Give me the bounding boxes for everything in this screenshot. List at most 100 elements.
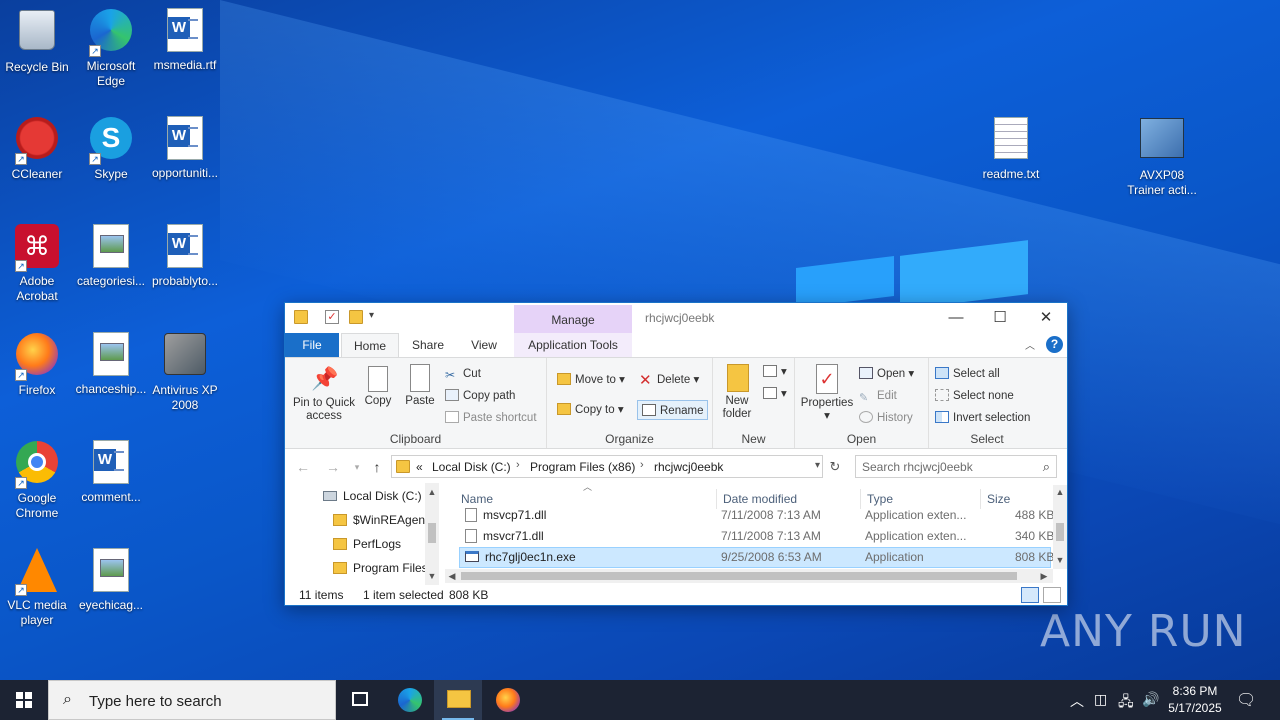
- breadcrumb-current-folder[interactable]: rhcjwcj0eebk: [654, 460, 723, 474]
- scroll-down-arrow-icon[interactable]: ▼: [1053, 553, 1067, 567]
- maximize-button[interactable]: ☐: [977, 303, 1023, 333]
- search-box[interactable]: ⌕: [855, 455, 1057, 478]
- file-list-horizontal-scrollbar[interactable]: ◀ ▶: [445, 569, 1053, 583]
- file-row-selected[interactable]: rhc7glj0ec1n.exe 9/25/2008 6:53 AM Appli…: [459, 547, 1054, 568]
- address-dropdown-chevron-icon[interactable]: ▾: [815, 460, 820, 471]
- tab-view[interactable]: View: [461, 333, 507, 357]
- tab-file[interactable]: File: [285, 333, 339, 357]
- desktop-icon-probablyto[interactable]: W probablyto...: [148, 222, 222, 289]
- copy-to-button[interactable]: Copy to ▾: [557, 400, 624, 420]
- copy-button[interactable]: Copy: [361, 364, 395, 408]
- breadcrumb-separator[interactable]: ›: [516, 459, 520, 471]
- paste-button[interactable]: Paste: [401, 364, 439, 408]
- up-arrow-icon[interactable]: ↑: [369, 459, 385, 475]
- desktop-icon-opportuniti[interactable]: W opportuniti...: [148, 114, 222, 181]
- taskbar-firefox[interactable]: [484, 680, 532, 720]
- file-explorer-window[interactable]: ✓ ▾ Manage rhcjwcj0eebk — ☐ ✕ File Home …: [284, 302, 1068, 606]
- desktop-icon-recycle-bin[interactable]: Recycle Bin: [0, 6, 74, 75]
- taskbar-search-input[interactable]: [89, 692, 319, 710]
- chevron-up-icon[interactable]: ︿: [1025, 337, 1039, 352]
- desktop-icon-microsoft-edge[interactable]: ↗ Microsoft Edge: [74, 6, 148, 89]
- delete-button[interactable]: ✕ Delete ▾: [639, 370, 699, 390]
- properties-quick-icon[interactable]: ✓: [325, 310, 339, 324]
- new-folder-quick-icon[interactable]: [349, 310, 363, 324]
- desktop-icon-msmedia-rtf[interactable]: W msmedia.rtf: [148, 6, 222, 73]
- pin-to-quick-access-button[interactable]: 📌 Pin to Quick access: [289, 364, 359, 423]
- task-view-button[interactable]: [336, 680, 384, 720]
- address-bar[interactable]: « Local Disk (C:) › Program Files (x86) …: [391, 455, 823, 478]
- scrollbar-thumb[interactable]: [428, 523, 436, 543]
- volume-icon[interactable]: 🔊: [1142, 691, 1159, 708]
- navigation-pane-scrollbar[interactable]: ▲ ▼: [425, 483, 439, 585]
- forward-arrow-icon[interactable]: →: [325, 459, 341, 475]
- taskbar-search-box[interactable]: ⌕: [48, 680, 336, 720]
- open-button[interactable]: Open ▾: [859, 364, 914, 384]
- navigation-pane[interactable]: Local Disk (C:) $WinREAgent PerfLogs Pro…: [285, 483, 439, 585]
- tree-item-winreagent[interactable]: $WinREAgent: [333, 509, 428, 531]
- close-button[interactable]: ✕: [1023, 303, 1069, 333]
- properties-button[interactable]: ✓ Properties ▾: [799, 364, 855, 423]
- new-folder-button[interactable]: New folder: [717, 364, 759, 421]
- title-bar[interactable]: ✓ ▾ Manage rhcjwcj0eebk — ☐ ✕: [285, 303, 1067, 333]
- tab-application-tools[interactable]: Application Tools: [514, 333, 632, 357]
- select-all-button[interactable]: Select all: [935, 364, 1000, 384]
- network-status-icon[interactable]: ◫: [1094, 691, 1107, 708]
- desktop-icon-adobe-acrobat[interactable]: ⌘ ↗ Adobe Acrobat: [0, 222, 74, 304]
- file-row[interactable]: msvcr71.dll 7/11/2008 7:13 AM Applicatio…: [459, 526, 1054, 547]
- network-icon[interactable]: 🖧: [1118, 691, 1134, 715]
- cut-button[interactable]: ✂ Cut: [445, 364, 481, 384]
- breadcrumb-overflow[interactable]: «: [416, 460, 423, 474]
- rename-button[interactable]: Rename: [637, 400, 709, 420]
- desktop-icon-skype[interactable]: S ↗ Skype: [74, 114, 148, 182]
- breadcrumb-local-disk[interactable]: Local Disk (C:): [432, 460, 511, 474]
- scrollbar-thumb[interactable]: [461, 572, 1017, 580]
- scroll-down-arrow-icon[interactable]: ▼: [425, 569, 439, 583]
- desktop-icon-eyechicag[interactable]: eyechicag...: [74, 546, 148, 613]
- search-icon[interactable]: ⌕: [1043, 459, 1050, 475]
- desktop-icon-readme[interactable]: readme.txt: [974, 114, 1048, 182]
- help-icon[interactable]: ?: [1046, 336, 1063, 353]
- breadcrumb-program-files-x86[interactable]: Program Files (x86): [530, 460, 635, 474]
- refresh-icon[interactable]: ↻: [825, 456, 845, 477]
- easy-access-button[interactable]: ▾: [763, 384, 787, 404]
- recent-locations-chevron-icon[interactable]: ▾: [349, 459, 365, 475]
- tree-item-perflogs[interactable]: PerfLogs: [333, 533, 401, 555]
- history-button[interactable]: History: [859, 408, 913, 428]
- edit-button[interactable]: ✎ Edit: [859, 386, 897, 406]
- desktop-icon-categoriesi[interactable]: categoriesi...: [74, 222, 148, 289]
- minimize-button[interactable]: —: [933, 303, 979, 333]
- paste-shortcut-button[interactable]: Paste shortcut: [445, 408, 537, 428]
- notification-center-icon[interactable]: 🗨: [1236, 690, 1256, 710]
- breadcrumb-separator[interactable]: ›: [640, 459, 644, 471]
- desktop-icon-ccleaner[interactable]: ↗ CCleaner: [0, 114, 74, 182]
- move-to-button[interactable]: Move to ▾: [557, 370, 625, 390]
- desktop-icon-antivirus-xp[interactable]: Antivirus XP 2008: [148, 330, 222, 413]
- desktop-icon-firefox[interactable]: ↗ Firefox: [0, 330, 74, 398]
- scrollbar-thumb[interactable]: [1056, 523, 1064, 541]
- show-hidden-icons-chevron-icon[interactable]: ︿: [1070, 691, 1084, 711]
- scroll-right-arrow-icon[interactable]: ▶: [1037, 569, 1051, 583]
- scroll-left-arrow-icon[interactable]: ◀: [445, 569, 459, 583]
- customize-quick-access-icon[interactable]: ▾: [369, 310, 383, 324]
- scroll-up-arrow-icon[interactable]: ▲: [1053, 485, 1067, 499]
- desktop-icon-chanceship[interactable]: chanceship...: [74, 330, 148, 397]
- select-none-button[interactable]: Select none: [935, 386, 1014, 406]
- search-input[interactable]: [862, 459, 1032, 474]
- details-view-icon[interactable]: [1021, 587, 1039, 603]
- desktop-icon-vlc[interactable]: ↗ VLC media player: [0, 546, 74, 628]
- tree-item-program-files[interactable]: Program Files: [333, 557, 428, 579]
- system-clock[interactable]: 8:36 PM 5/17/2025: [1160, 683, 1230, 717]
- tab-share[interactable]: Share: [405, 333, 451, 357]
- desktop-icon-avxp08-trainer[interactable]: AVXP08 Trainer acti...: [1124, 114, 1200, 198]
- new-item-button[interactable]: ▾: [763, 362, 787, 382]
- tab-home[interactable]: Home: [341, 333, 399, 357]
- desktop-icon-google-chrome[interactable]: ↗ Google Chrome: [0, 438, 74, 521]
- large-icons-view-icon[interactable]: [1043, 587, 1061, 603]
- taskbar-file-explorer[interactable]: [434, 680, 482, 720]
- start-button[interactable]: [0, 680, 48, 720]
- back-arrow-icon[interactable]: ←: [295, 459, 311, 475]
- tree-item-local-disk[interactable]: Local Disk (C:): [323, 485, 422, 507]
- desktop-icon-comment[interactable]: W comment...: [74, 438, 148, 505]
- file-row[interactable]: msvcp71.dll 7/11/2008 7:13 AM Applicatio…: [459, 505, 1054, 526]
- taskbar-edge[interactable]: [386, 680, 434, 720]
